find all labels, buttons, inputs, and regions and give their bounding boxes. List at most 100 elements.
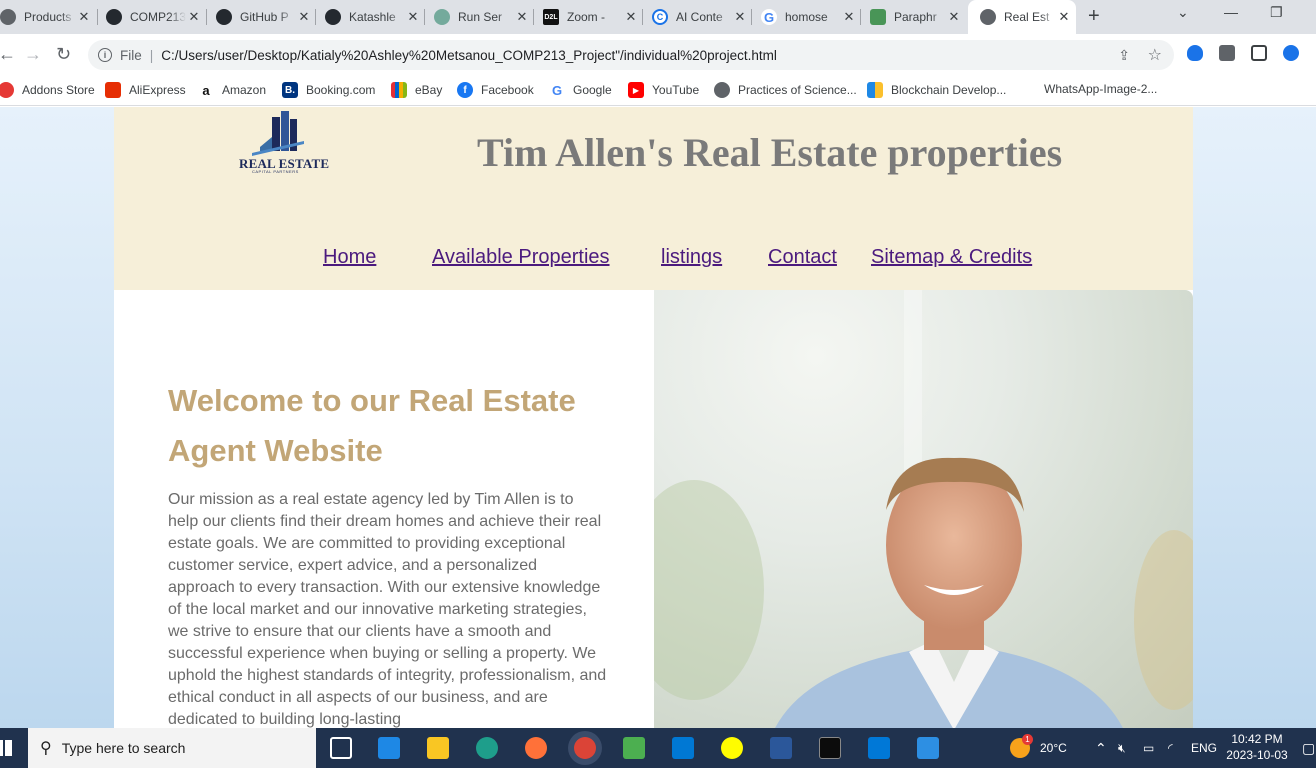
openai-icon: [434, 9, 450, 25]
snapchat-icon[interactable]: [721, 737, 743, 759]
file-explorer-icon[interactable]: [427, 737, 449, 759]
tab-comp213[interactable]: COMP213 ✕: [106, 0, 206, 34]
windows-start-icon[interactable]: [0, 740, 12, 756]
nav-listings[interactable]: listings: [661, 246, 722, 269]
tab-run-ser[interactable]: Run Ser ✕: [434, 0, 534, 34]
extensions-puzzle-icon[interactable]: [1219, 45, 1235, 61]
system-clock[interactable]: 10:42 PM 2023-10-03: [1224, 731, 1290, 763]
close-icon[interactable]: ✕: [841, 9, 857, 25]
bookmark-facebook[interactable]: f Facebook: [457, 82, 534, 98]
quillbot-icon: [870, 9, 886, 25]
bookmark-aliexpress[interactable]: AliExpress: [105, 82, 186, 98]
new-tab-button[interactable]: +: [1088, 5, 1100, 28]
bookmark-amazon[interactable]: a Amazon: [198, 82, 266, 98]
close-icon[interactable]: ✕: [732, 9, 748, 25]
profile-badge-icon[interactable]: [1283, 45, 1299, 61]
file-label: File: [120, 47, 142, 63]
share-icon[interactable]: ⇪: [1118, 47, 1130, 64]
youtube-icon: ▶: [628, 82, 644, 98]
battery-icon[interactable]: ▭: [1143, 728, 1154, 768]
edge-icon[interactable]: [476, 737, 498, 759]
store-icon[interactable]: [672, 737, 694, 759]
chevron-up-icon[interactable]: ⌃: [1095, 728, 1107, 768]
close-icon[interactable]: ✕: [186, 9, 202, 25]
copyright-icon: C: [652, 9, 668, 25]
restore-button[interactable]: ❐: [1270, 4, 1283, 21]
ebay-icon: [391, 82, 407, 98]
info-icon[interactable]: i: [98, 48, 112, 62]
reload-button[interactable]: ↻: [56, 44, 71, 65]
volume-muted-icon[interactable]: 🔇︎: [1118, 728, 1126, 768]
close-icon[interactable]: ✕: [296, 9, 312, 25]
tab-katashle[interactable]: Katashle ✕: [325, 0, 425, 34]
wifi-icon[interactable]: ◜: [1168, 728, 1173, 768]
tab-ai-content[interactable]: C AI Conte ✕: [652, 0, 752, 34]
bookmark-star-icon[interactable]: ☆: [1148, 45, 1162, 65]
tab-github-p[interactable]: GitHub P ✕: [216, 0, 316, 34]
globe-icon: [980, 9, 996, 25]
close-icon[interactable]: ✕: [405, 9, 421, 25]
tab-products[interactable]: Products ✕: [0, 0, 96, 34]
close-icon[interactable]: ✕: [623, 9, 639, 25]
bookmark-ebay[interactable]: eBay: [391, 82, 442, 98]
welcome-heading: Welcome to our Real Estate Agent Website: [168, 383, 576, 468]
nav-sitemap-credits[interactable]: Sitemap & Credits: [871, 246, 1032, 269]
task-view-icon[interactable]: [330, 737, 352, 759]
github-icon: [325, 9, 341, 25]
d2l-icon: D2L: [543, 9, 559, 25]
bookmark-practices-of-science[interactable]: Practices of Science...: [714, 82, 857, 98]
address-bar[interactable]: i File | C:/Users/user/Desktop/Katialy%2…: [88, 40, 1174, 70]
facebook-icon: f: [457, 82, 473, 98]
taskbar-search[interactable]: ⚲ Type here to search: [28, 728, 316, 768]
weather-icon: 1: [1010, 734, 1033, 758]
photos-icon[interactable]: [917, 737, 939, 759]
browser-toolbar: ← → ↻ i File | C:/Users/user/Desktop/Kat…: [0, 34, 1316, 74]
weather-widget[interactable]: 1 20°C: [1010, 728, 1067, 768]
close-icon[interactable]: ✕: [514, 9, 530, 25]
weather-temp: 20°C: [1040, 741, 1067, 755]
mail-icon[interactable]: [378, 737, 400, 759]
booking-icon: B.: [282, 82, 298, 98]
amazon-icon: a: [198, 82, 214, 98]
aliexpress-icon: [105, 82, 121, 98]
google-icon: G: [761, 9, 777, 25]
agent-photo: [654, 290, 1193, 728]
windows-taskbar: ⚲ Type here to search 1 20°C ⌃ 🔇︎ ▭ ◜ EN…: [0, 728, 1316, 768]
close-icon[interactable]: ✕: [1056, 9, 1072, 25]
shield-extension-icon[interactable]: [1187, 45, 1203, 61]
word-icon[interactable]: [770, 737, 792, 759]
tab-homose[interactable]: G homose ✕: [761, 0, 861, 34]
search-icon: ⚲: [40, 740, 52, 757]
vscode-icon[interactable]: [868, 737, 890, 759]
nav-home[interactable]: Home: [323, 246, 376, 269]
nav-contact[interactable]: Contact: [768, 246, 837, 269]
chrome-icon[interactable]: [574, 737, 596, 759]
back-button[interactable]: ←: [0, 44, 16, 65]
bookmarks-bar: Addons Store AliExpress a Amazon B. Book…: [0, 74, 1316, 106]
tab-paraphrase[interactable]: Paraphr ✕: [870, 0, 966, 34]
tab-real-estate[interactable]: Real Est ✕: [968, 0, 1076, 34]
addons-icon: [0, 82, 14, 98]
tab-zoom[interactable]: D2L Zoom - ✕: [543, 0, 643, 34]
terminal-icon[interactable]: [819, 737, 841, 759]
github-icon: [216, 9, 232, 25]
side-panel-icon[interactable]: [1251, 45, 1267, 61]
minimize-button[interactable]: —: [1224, 4, 1238, 20]
language-indicator[interactable]: ENG: [1191, 728, 1217, 768]
action-center-icon[interactable]: ▢: [1302, 728, 1315, 768]
media-app-icon[interactable]: [623, 737, 645, 759]
bookmark-whatsapp-image[interactable]: WhatsApp-Image-2...: [1044, 82, 1157, 96]
nav-available-properties[interactable]: Available Properties: [432, 246, 610, 269]
website: REAL ESTATE CAPITAL PARTNERS Tim Allen's…: [114, 107, 1193, 728]
bookmark-youtube[interactable]: ▶ YouTube: [628, 82, 699, 98]
bookmark-blockchain[interactable]: Blockchain Develop...: [867, 82, 1006, 98]
close-icon[interactable]: ✕: [946, 9, 962, 25]
bookmark-addons-store[interactable]: Addons Store: [0, 82, 95, 98]
url-text[interactable]: C:/Users/user/Desktop/Katialy%20Ashley%2…: [161, 48, 777, 63]
firefox-icon[interactable]: [525, 737, 547, 759]
forward-button[interactable]: →: [24, 44, 42, 65]
bookmark-google[interactable]: G Google: [549, 82, 612, 98]
tab-search-chevron-icon[interactable]: ⌄: [1177, 4, 1189, 21]
close-icon[interactable]: ✕: [76, 9, 92, 25]
bookmark-booking[interactable]: B. Booking.com: [282, 82, 375, 98]
